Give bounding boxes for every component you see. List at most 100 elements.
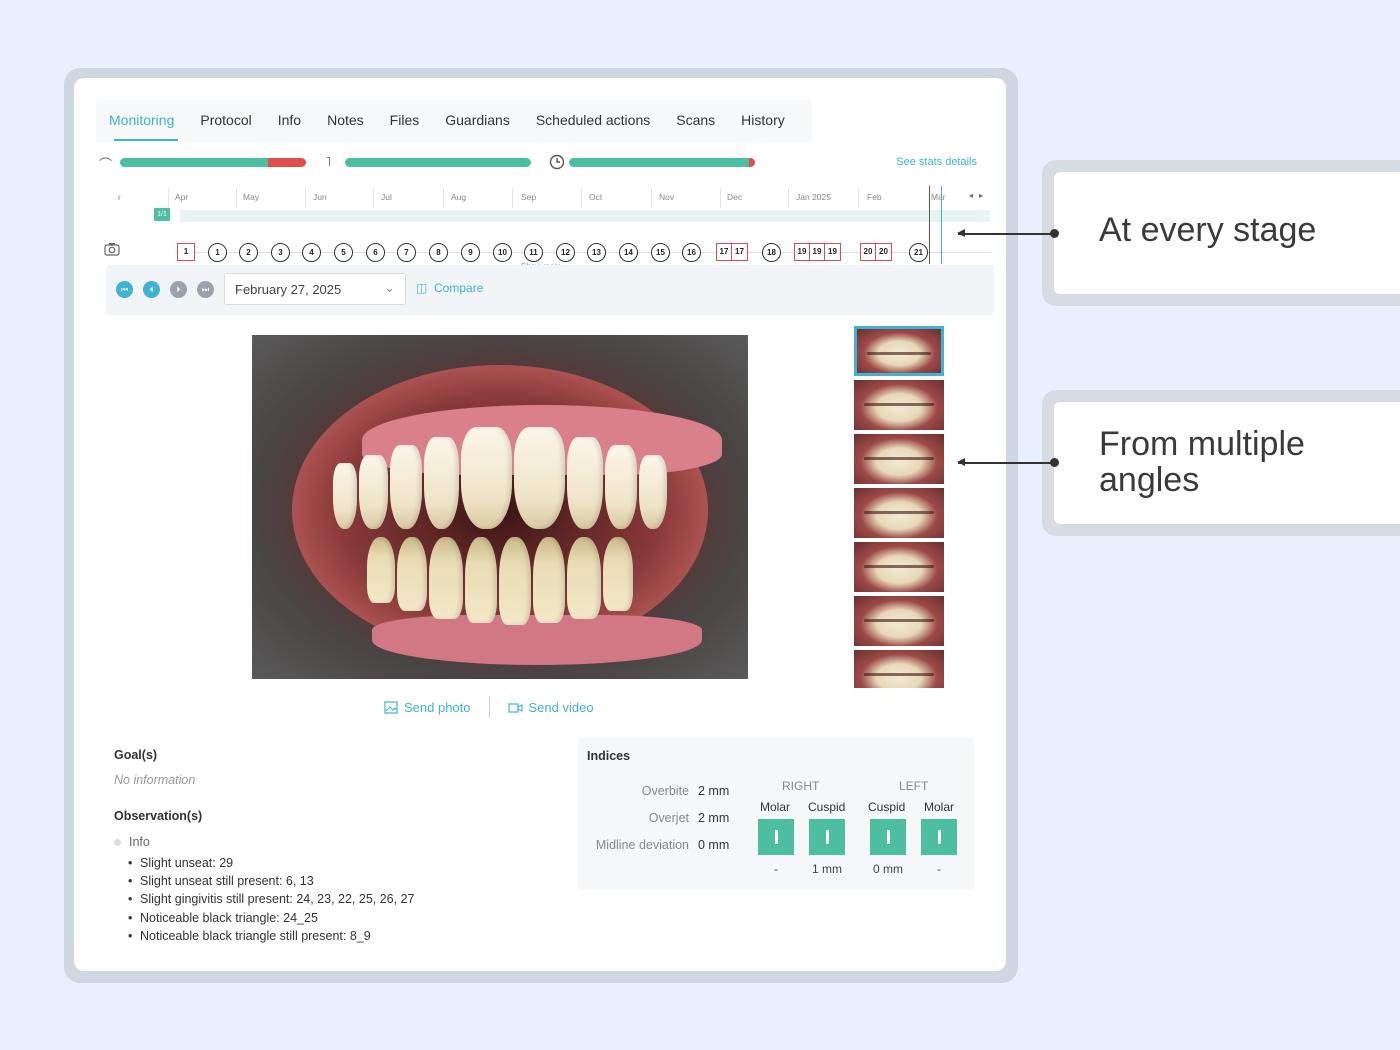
group-dot (114, 838, 121, 846)
left-cuspid-value: 0 mm (873, 862, 903, 876)
send-photo-button[interactable]: Send photo (384, 700, 471, 715)
send-video-button[interactable]: Send video (507, 700, 594, 715)
send-divider (488, 696, 490, 718)
month-separator (168, 188, 169, 208)
stage-marker[interactable]: 12 (556, 243, 575, 262)
thumbnail-angle[interactable] (854, 596, 944, 646)
left-molar-heading: Molar (924, 800, 955, 814)
stage-marker[interactable]: 4 (302, 243, 321, 262)
stage-marker[interactable]: 18 (762, 243, 781, 262)
tab-scans[interactable]: Scans (663, 100, 728, 142)
camera-icon (104, 242, 120, 259)
thumbnail-angle[interactable] (854, 434, 944, 484)
stage-marker[interactable]: 10 (493, 243, 512, 262)
tab-notes[interactable]: Notes (314, 100, 377, 142)
see-stats-details-link[interactable]: See stats details (896, 156, 977, 168)
main-intraoral-photo[interactable] (252, 335, 748, 679)
stage-marker[interactable]: 14 (619, 243, 638, 262)
month-separator (443, 188, 444, 208)
month-separator (581, 188, 582, 208)
month-label: Apr (175, 192, 189, 202)
selected-date-marker (941, 186, 942, 264)
elastics-bar (345, 158, 531, 167)
left-cuspid-heading: Cuspid (868, 800, 906, 814)
tab-protocol[interactable]: Protocol (187, 100, 264, 142)
indices-panel: Indices Overbite 2 mm Overjet 2 mm Midli… (578, 738, 974, 890)
month-label: Aug (451, 192, 467, 202)
stage-marker[interactable]: 6 (366, 243, 385, 262)
chevron-down-icon: ⌄ (384, 280, 395, 295)
left-side-heading: LEFT (899, 779, 929, 793)
midline-deviation-value: 0 mm (698, 838, 730, 852)
stage-group-19[interactable]: 19 19 19 (794, 243, 841, 261)
month-label: Dec (727, 192, 743, 202)
tab-guardians[interactable]: Guardians (432, 100, 523, 142)
stage-marker[interactable]: 9 (461, 243, 480, 262)
thumbnail-angle[interactable] (854, 380, 944, 430)
stage-marker-alert[interactable]: 1 (177, 243, 195, 261)
stage-marker[interactable]: 3 (271, 243, 290, 262)
month-label: Mar (931, 192, 946, 202)
compare-button[interactable]: ◫ Compare (416, 281, 483, 295)
tab-monitoring[interactable]: Monitoring (96, 100, 187, 142)
month-separator (720, 188, 721, 208)
stage-marker[interactable]: 8 (429, 243, 448, 262)
stage-marker[interactable]: 2 (239, 243, 258, 262)
month-label: Sep (521, 192, 537, 202)
callout-multiple-angles: From multiple angles (1042, 390, 1400, 536)
thumbnail-angle[interactable] (854, 542, 944, 592)
right-cuspid-indicator (809, 819, 845, 855)
today-marker (929, 186, 930, 264)
observations-heading: Observation(s) (114, 809, 203, 823)
month-label: May (243, 192, 260, 202)
mouth-image (292, 365, 722, 665)
thumbnail-front[interactable] (854, 326, 944, 376)
overbite-value: 2 mm (698, 784, 730, 798)
stage-marker[interactable]: 15 (651, 243, 670, 262)
time-bar (569, 158, 749, 167)
thumbnail-angle[interactable] (854, 488, 944, 538)
patient-panel: Monitoring Protocol Info Notes Files Gua… (86, 90, 994, 960)
overjet-label: Overjet (648, 811, 689, 825)
month-separator (788, 188, 789, 208)
aligner-track (180, 210, 990, 222)
stage-marker[interactable]: 1 (208, 243, 227, 262)
stage-group-20[interactable]: 20 20 (860, 243, 892, 261)
left-cuspid-indicator (870, 819, 906, 855)
month-label: r (118, 192, 121, 202)
month-label: Jul (381, 192, 392, 202)
right-cuspid-heading: Cuspid (808, 800, 846, 814)
date-select[interactable]: February 27, 2025 ⌄ (224, 273, 406, 305)
last-photo-button[interactable]: ⏭ (197, 281, 214, 298)
callout-angles-line1: From multiple (1099, 425, 1305, 463)
date-select-value: February 27, 2025 (235, 282, 342, 297)
right-molar-heading: Molar (760, 800, 791, 814)
right-cuspid-value: 1 mm (812, 862, 842, 876)
stage-marker[interactable]: 11 (524, 243, 543, 262)
tab-history[interactable]: History (728, 100, 798, 142)
observation-item: Noticeable black triangle: 24_25 (128, 909, 534, 927)
next-photo-button[interactable]: ⏵ (170, 281, 187, 298)
tab-files[interactable]: Files (377, 100, 433, 142)
stage-marker[interactable]: 16 (682, 243, 701, 262)
timeline-nav-arrows[interactable]: ◂▸ (969, 191, 989, 200)
month-label: Feb (867, 192, 882, 202)
callout-angles-line2: angles (1099, 461, 1200, 499)
arrow-to-timeline (957, 230, 1059, 237)
app-window: Monitoring Protocol Info Notes Files Gua… (74, 78, 1006, 971)
previous-photo-button[interactable]: ⏴ (143, 281, 160, 298)
thumbnail-angle[interactable] (854, 650, 944, 688)
tab-info[interactable]: Info (265, 100, 314, 142)
clock-icon (549, 154, 565, 170)
observation-item: Noticeable black triangle still present:… (128, 927, 534, 945)
stage-marker[interactable]: 5 (334, 243, 353, 262)
first-photo-button[interactable]: ⏮ (116, 281, 133, 298)
stage-marker[interactable]: 13 (587, 243, 606, 262)
tab-scheduled-actions[interactable]: Scheduled actions (523, 100, 663, 142)
stage-marker[interactable]: 7 (397, 243, 416, 262)
stage-marker: 20 (861, 244, 876, 260)
stage-marker: 19 (795, 244, 810, 260)
stage-group-17[interactable]: 17 17 (716, 243, 748, 261)
stage-marker-current[interactable]: 21 (909, 243, 928, 262)
app-frame: Monitoring Protocol Info Notes Files Gua… (64, 68, 1018, 983)
